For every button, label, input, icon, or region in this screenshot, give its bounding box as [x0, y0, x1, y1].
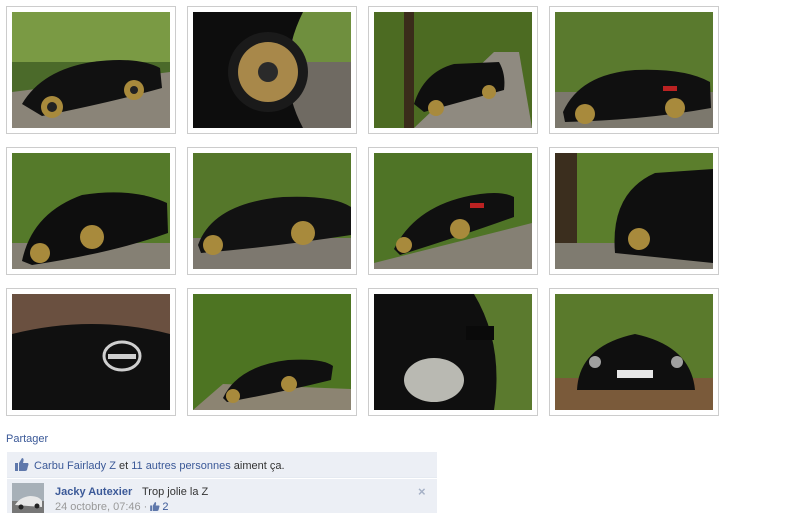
- photo-thumb[interactable]: [6, 6, 176, 134]
- share-link[interactable]: Partager: [6, 433, 48, 445]
- photo-thumb[interactable]: [6, 288, 176, 416]
- photo-thumb[interactable]: [549, 6, 719, 134]
- photo-thumb[interactable]: [368, 6, 538, 134]
- avatar[interactable]: [12, 483, 44, 513]
- car-photo: [12, 153, 170, 269]
- photo-thumb[interactable]: [368, 147, 538, 275]
- comment-author-link[interactable]: Jacky Autexier: [55, 486, 132, 498]
- thumbs-up-icon: [15, 458, 29, 471]
- car-photo: [555, 153, 713, 269]
- car-photo: [12, 294, 170, 410]
- photo-thumb[interactable]: [187, 6, 357, 134]
- car-photo: [12, 12, 170, 128]
- others-likes-link[interactable]: 11 autres personnes: [131, 460, 230, 472]
- car-photo: [193, 12, 351, 128]
- meta-separator: ·: [140, 501, 151, 513]
- comment: Jacky Autexier Trop jolie la Z 24 octobr…: [7, 479, 437, 513]
- likes-bar: Carbu Fairlady Z et 11 autres personnes …: [7, 452, 437, 478]
- comment-text: Trop jolie la Z: [142, 486, 209, 498]
- photo-thumb[interactable]: [549, 147, 719, 275]
- comment-like-count[interactable]: 2: [150, 501, 169, 513]
- car-photo: [374, 153, 532, 269]
- photo-thumb[interactable]: [549, 288, 719, 416]
- thumbs-up-icon: [150, 502, 160, 511]
- comment-meta: 24 octobre, 07:46 · 2: [55, 501, 169, 513]
- likes-suffix: aiment ça.: [230, 460, 285, 472]
- comment-timestamp[interactable]: 24 octobre, 07:46: [55, 501, 141, 513]
- photo-thumb[interactable]: [187, 288, 357, 416]
- photo-thumb[interactable]: [368, 288, 538, 416]
- photo-grid: [6, 6, 722, 417]
- photo-thumb[interactable]: [6, 147, 176, 275]
- close-icon[interactable]: ×: [418, 484, 426, 499]
- liker-link[interactable]: Carbu Fairlady Z: [34, 460, 116, 472]
- car-photo: [193, 153, 351, 269]
- likes-connector: et: [115, 460, 132, 472]
- photo-thumb[interactable]: [187, 147, 357, 275]
- like-count-value: 2: [162, 501, 169, 513]
- car-photo: [555, 294, 713, 410]
- car-photo: [374, 294, 532, 410]
- car-photo: [374, 12, 532, 128]
- car-photo: [555, 12, 713, 128]
- car-photo: [193, 294, 351, 410]
